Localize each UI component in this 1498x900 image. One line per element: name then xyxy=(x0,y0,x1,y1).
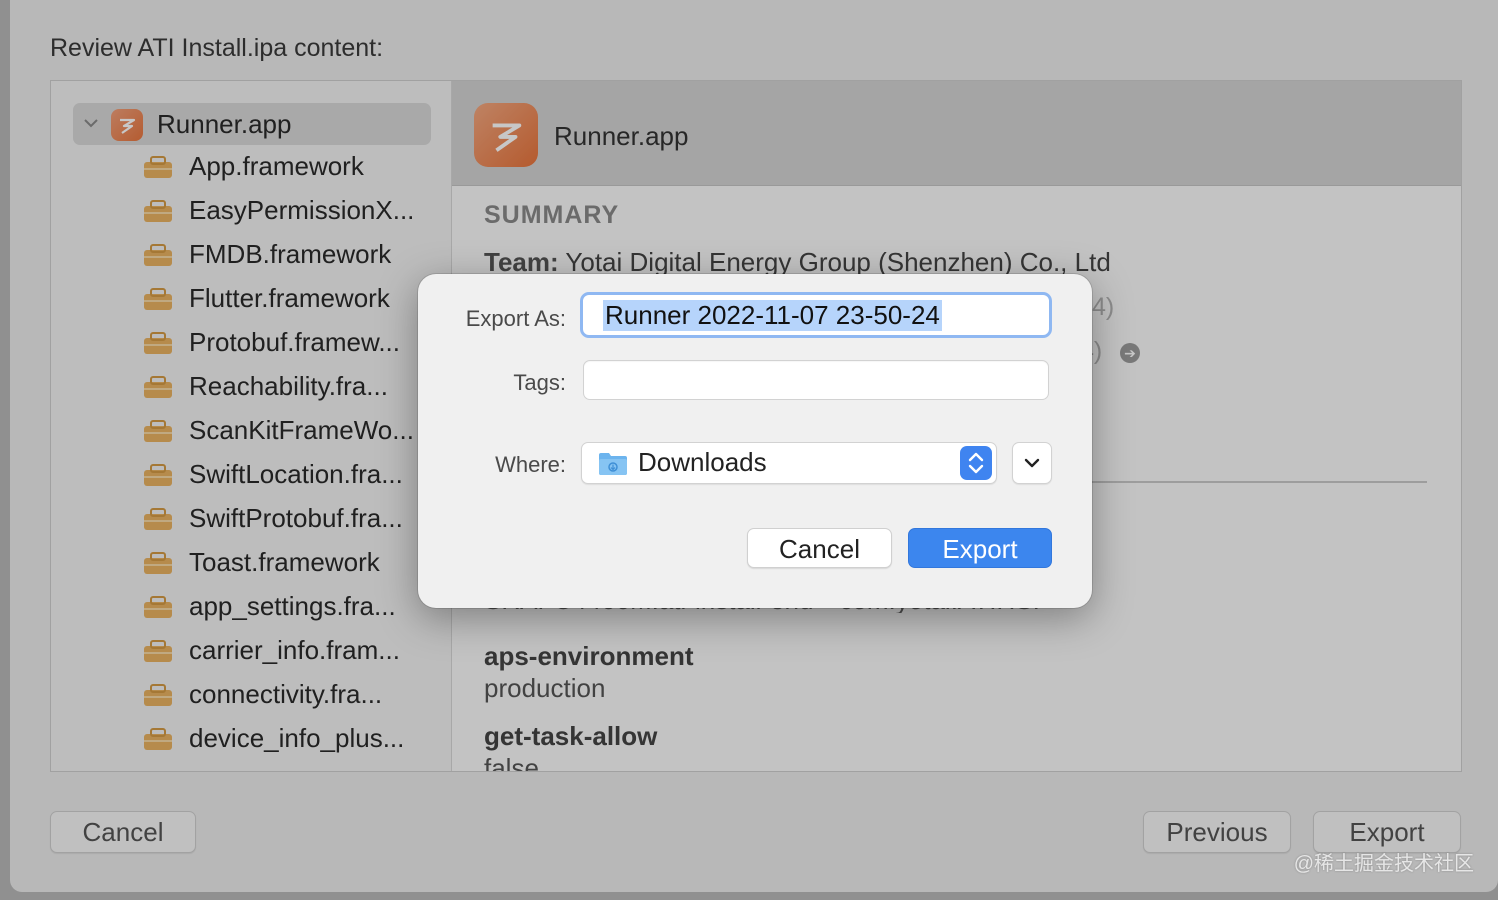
up-down-chevron-icon[interactable] xyxy=(960,446,992,480)
tags-label: Tags: xyxy=(513,370,566,395)
export-as-label: Export As: xyxy=(465,306,566,331)
tags-field[interactable] xyxy=(583,360,1049,400)
export-as-value: Runner 2022-11-07 23-50-24 xyxy=(603,300,942,331)
watermark: @稀土掘金技术社区 xyxy=(1293,853,1474,875)
expand-button[interactable] xyxy=(1012,442,1052,484)
dialog-export-button[interactable]: Export xyxy=(908,528,1052,568)
dialog-cancel-button[interactable]: Cancel xyxy=(747,528,892,568)
where-value: Downloads xyxy=(638,447,767,477)
chevron-down-icon xyxy=(1024,458,1040,468)
export-as-field[interactable]: Runner 2022-11-07 23-50-24 xyxy=(580,292,1052,338)
where-label: Where: xyxy=(495,452,566,477)
export-dialog: Export As: Runner 2022-11-07 23-50-24 Ta… xyxy=(418,274,1092,608)
folder-icon xyxy=(599,453,627,475)
where-select[interactable]: Downloads xyxy=(581,442,997,484)
